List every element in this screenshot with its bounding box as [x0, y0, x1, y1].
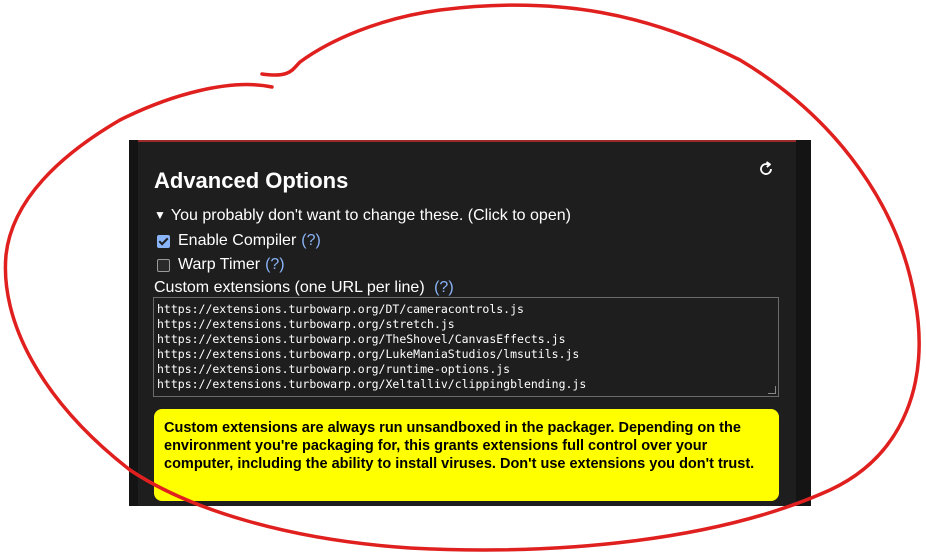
warp-timer-row: Warp Timer (?): [157, 256, 285, 274]
advanced-options-toggle[interactable]: ▼ You probably don't want to change these…: [154, 207, 571, 225]
custom-extensions-label-row: Custom extensions (one URL per line) (?): [154, 279, 454, 297]
extension-url: https://extensions.turbowarp.org/runtime…: [157, 362, 511, 376]
enable-compiler-checkbox[interactable]: [157, 234, 170, 248]
custom-extensions-label: Custom extensions (one URL per line): [154, 279, 425, 296]
custom-extensions-help-link[interactable]: (?): [434, 279, 454, 296]
enable-compiler-row: Enable Compiler (?): [157, 232, 321, 250]
warp-timer-label[interactable]: Warp Timer: [178, 256, 260, 274]
warp-timer-help-link[interactable]: (?): [265, 256, 285, 274]
extension-url: https://extensions.turbowarp.org/stretch…: [157, 317, 455, 331]
triangle-down-icon: ▼: [154, 208, 166, 222]
warp-timer-checkbox[interactable]: [157, 258, 170, 272]
enable-compiler-help-link[interactable]: (?): [301, 232, 321, 250]
reset-icon: [760, 161, 772, 175]
custom-extensions-textarea[interactable]: https://extensions.turbowarp.org/DT/came…: [153, 297, 779, 397]
reset-button[interactable]: [756, 159, 776, 179]
toggle-label: You probably don't want to change these.…: [170, 207, 571, 224]
extension-url: https://extensions.turbowarp.org/Xeltall…: [157, 377, 587, 391]
section-title: Advanced Options: [154, 168, 349, 193]
unsandboxed-warning-box: Custom extensions are always run unsandb…: [154, 409, 779, 501]
warning-text: Custom extensions are always run unsandb…: [164, 420, 755, 472]
extension-url: https://extensions.turbowarp.org/LukeMan…: [157, 347, 580, 361]
resize-handle[interactable]: [768, 386, 776, 394]
enable-compiler-label[interactable]: Enable Compiler: [178, 232, 296, 250]
extension-url: https://extensions.turbowarp.org/TheShov…: [157, 332, 566, 346]
extension-url: https://extensions.turbowarp.org/DT/came…: [157, 302, 524, 316]
